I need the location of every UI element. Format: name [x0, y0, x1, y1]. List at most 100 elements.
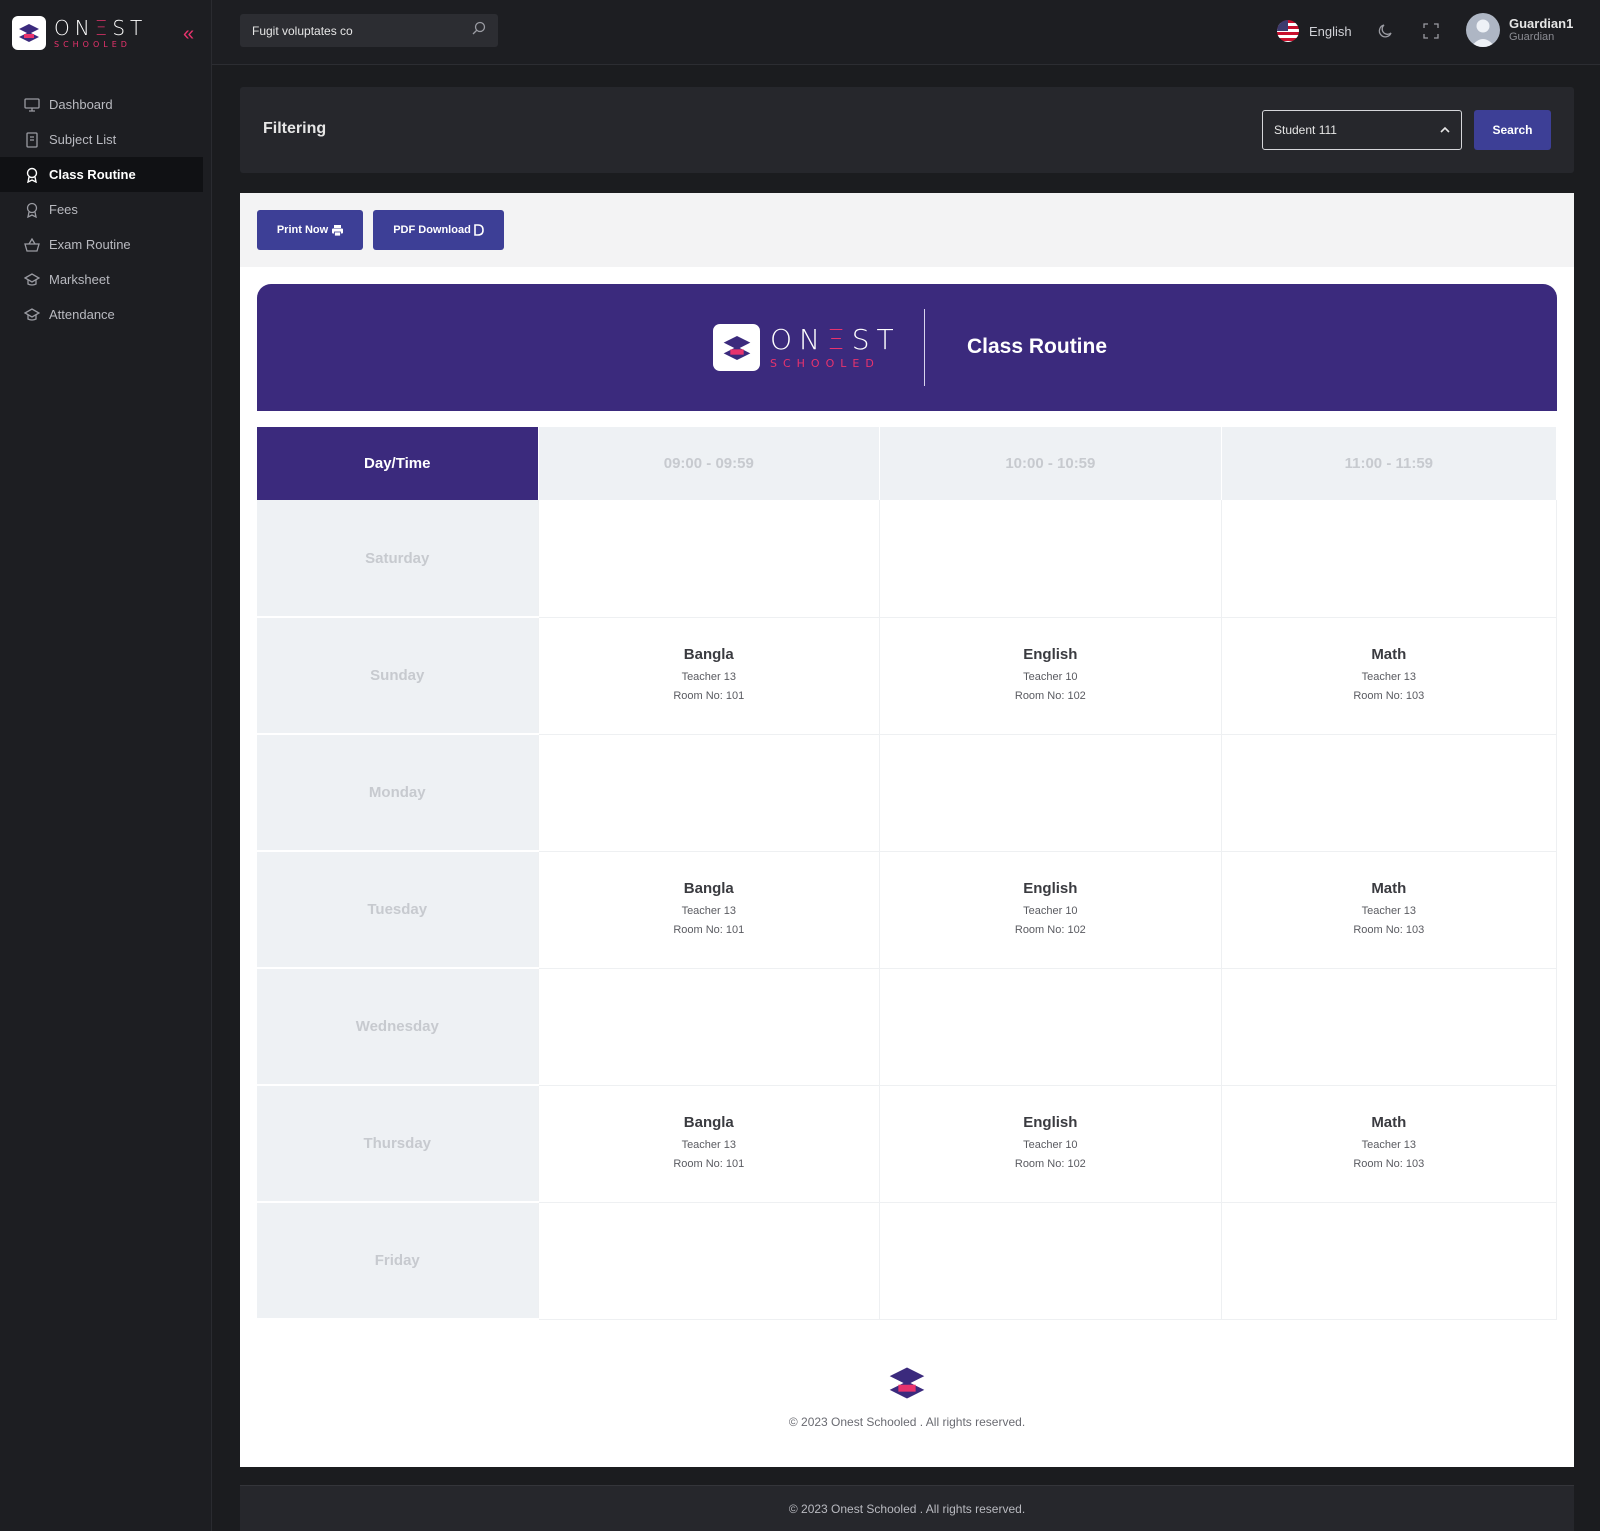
class-room: Room No: 101 [673, 1157, 745, 1170]
dark-mode-toggle-icon[interactable] [1375, 20, 1397, 42]
pdf-download-button[interactable]: PDF Download [373, 210, 504, 250]
empty-slot [538, 500, 881, 618]
empty-slot [1221, 1202, 1558, 1320]
class-subject: Bangla [683, 879, 734, 897]
collapse-sidebar-button[interactable]: « [183, 24, 194, 44]
filter-panel: Filtering Student 111 Search [240, 87, 1574, 173]
class-teacher: Teacher 10 [1023, 1138, 1078, 1151]
graduation-cap-logo-icon [713, 324, 760, 371]
class-teacher: Teacher 13 [681, 670, 736, 683]
routine-row-monday: Monday [257, 734, 1558, 852]
award-icon [24, 202, 40, 218]
student-select-value: Student 111 [1274, 123, 1337, 137]
class-slot: English Teacher 10 Room No: 102 [879, 617, 1222, 735]
class-slot: Math Teacher 13 Room No: 103 [1221, 617, 1558, 735]
graduation-cap-icon [24, 307, 40, 323]
filter-title: Filtering [263, 120, 327, 137]
empty-slot [879, 968, 1222, 1086]
chevron-up-icon [1440, 123, 1450, 137]
class-room: Room No: 103 [1353, 1157, 1425, 1170]
brand-logo[interactable]: ONΞST SCHOOLED [12, 16, 147, 50]
class-room: Room No: 102 [1014, 1157, 1086, 1170]
class-slot: Bangla Teacher 13 Room No: 101 [538, 851, 881, 969]
empty-slot [1221, 968, 1558, 1086]
day-label: Tuesday [257, 851, 539, 969]
sidebar-item-class-routine[interactable]: Class Routine [0, 157, 203, 192]
class-teacher: Teacher 13 [1361, 1138, 1417, 1151]
user-name: Guardian1 [1509, 15, 1574, 31]
day-label: Friday [257, 1202, 539, 1320]
class-teacher: Teacher 13 [681, 1138, 736, 1151]
user-role: Guardian [1509, 31, 1555, 44]
class-slot: Bangla Teacher 13 Room No: 101 [538, 1085, 881, 1203]
routine-row-friday: Friday [257, 1202, 1558, 1320]
class-subject: English [1023, 879, 1078, 897]
routine-row-thursday: Thursday Bangla Teacher 13 Room No: 101 … [257, 1085, 1558, 1203]
class-room: Room No: 101 [673, 689, 745, 702]
empty-slot [879, 500, 1222, 618]
search-box [240, 14, 498, 47]
print-now-button[interactable]: Print Now [257, 210, 363, 250]
user-menu[interactable]: Guardian1 Guardian [1466, 13, 1573, 47]
page-footer: © 2023 Onest Schooled . All rights reser… [240, 1485, 1574, 1531]
empty-slot [1221, 500, 1558, 618]
class-subject: Math [1371, 1113, 1407, 1131]
document-copyright: © 2023 Onest Schooled . All rights reser… [788, 1415, 1026, 1429]
us-flag-icon [1277, 20, 1299, 42]
class-slot: Math Teacher 13 Room No: 103 [1221, 1085, 1558, 1203]
language-selector[interactable]: English [1277, 18, 1352, 44]
student-select[interactable]: Student 111 [1262, 110, 1462, 150]
sidebar-item-marksheet[interactable]: Marksheet [0, 262, 203, 297]
day-label: Sunday [257, 617, 539, 735]
search-input[interactable] [252, 23, 472, 38]
sidebar-item-attendance[interactable]: Attendance [0, 297, 203, 332]
search-icon[interactable] [472, 21, 486, 40]
empty-slot [538, 968, 881, 1086]
sidebar-item-label: Marksheet [49, 272, 110, 287]
brand-tagline: SCHOOLED [54, 39, 131, 49]
topbar: English Guardian1 Guardian [212, 0, 1600, 65]
class-slot: Math Teacher 13 Room No: 103 [1221, 851, 1558, 969]
empty-slot [879, 734, 1222, 852]
monitor-icon [24, 97, 40, 113]
sidebar-item-subject-list[interactable]: Subject List [0, 122, 203, 157]
search-button[interactable]: Search [1474, 110, 1551, 150]
class-room: Room No: 103 [1353, 923, 1425, 936]
class-slot: English Teacher 10 Room No: 102 [879, 851, 1222, 969]
class-subject: English [1023, 645, 1078, 663]
class-room: Room No: 101 [673, 923, 745, 936]
sidebar-item-dashboard[interactable]: Dashboard [0, 87, 203, 122]
day-label: Thursday [257, 1085, 539, 1203]
printer-icon [332, 224, 344, 236]
graduation-cap-logo-icon [886, 1367, 928, 1406]
day-label: Saturday [257, 500, 539, 618]
award-icon [24, 167, 40, 183]
pdf-icon [473, 224, 484, 236]
actions-bar: Print Now PDF Download [240, 193, 1574, 267]
sidebar-item-exam-routine[interactable]: Exam Routine [0, 227, 203, 262]
sidebar-item-label: Class Routine [49, 167, 136, 182]
banner-brand-name: ONΞST [770, 323, 901, 356]
time-slot-header: 10:00 - 10:59 [879, 427, 1222, 500]
class-subject: Math [1371, 879, 1407, 897]
sidebar-item-label: Fees [49, 202, 78, 217]
class-subject: Math [1371, 645, 1407, 663]
avatar [1466, 13, 1500, 47]
class-slot: English Teacher 10 Room No: 102 [879, 1085, 1222, 1203]
class-teacher: Teacher 13 [681, 904, 736, 917]
routine-row-wednesday: Wednesday [257, 968, 1558, 1086]
sidebar-nav: Dashboard Subject List Class Routine Fee… [0, 87, 203, 332]
brand-name: ONΞST [54, 15, 148, 40]
corner-header: Day/Time [257, 427, 539, 500]
routine-row-sunday: Sunday Bangla Teacher 13 Room No: 101 En… [257, 617, 1558, 735]
class-teacher: Teacher 10 [1023, 670, 1078, 683]
empty-slot [538, 1202, 881, 1320]
sidebar-item-label: Dashboard [49, 97, 113, 112]
routine-row-saturday: Saturday [257, 500, 1558, 618]
fullscreen-icon[interactable] [1420, 20, 1442, 42]
sidebar-item-label: Attendance [49, 307, 115, 322]
routine-header-row: Day/Time 09:00 - 09:59 10:00 - 10:59 11:… [257, 427, 1558, 500]
banner-brand-tagline: SCHOOLED [770, 357, 880, 370]
sidebar-item-fees[interactable]: Fees [0, 192, 203, 227]
graduation-cap-icon [24, 272, 40, 288]
